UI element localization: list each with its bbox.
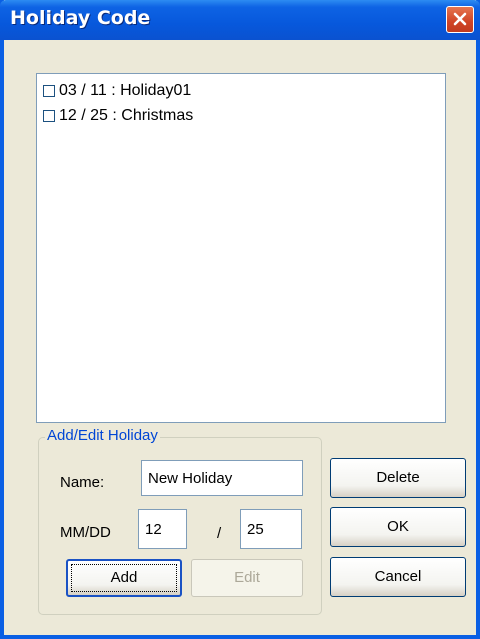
- name-label: Name:: [60, 474, 105, 491]
- cancel-button-label: Cancel: [374, 568, 422, 585]
- title-bar[interactable]: Holiday Code: [0, 0, 480, 40]
- list-item[interactable]: 12 / 25 : Christmas: [43, 106, 193, 126]
- list-item[interactable]: 03 / 11 : Holiday01: [43, 81, 191, 101]
- date-label: MM/DD: [60, 524, 111, 541]
- edit-button-label: Edit: [234, 569, 260, 586]
- edit-button[interactable]: Edit: [191, 559, 303, 597]
- holiday-code-dialog: Holiday Code 03 / 11 : Holiday01 12 / 25…: [0, 0, 480, 639]
- close-icon: [453, 12, 467, 26]
- month-field[interactable]: [138, 509, 187, 549]
- holiday-label: 03 / 11 : Holiday01: [59, 82, 192, 99]
- focus-rect: [71, 564, 177, 592]
- checkbox-icon[interactable]: [43, 110, 55, 122]
- window-title: Holiday Code: [10, 7, 151, 29]
- checkbox-icon[interactable]: [43, 85, 55, 97]
- cancel-button[interactable]: Cancel: [330, 557, 466, 597]
- close-button[interactable]: [446, 6, 474, 33]
- day-field[interactable]: [240, 509, 302, 549]
- add-edit-holiday-group: Add/Edit Holiday Name: MM/DD / Add Edit: [38, 427, 322, 615]
- holiday-label: 12 / 25 : Christmas: [59, 107, 194, 124]
- delete-button-label: Delete: [376, 469, 420, 486]
- group-legend: Add/Edit Holiday: [45, 427, 160, 444]
- ok-button[interactable]: OK: [330, 507, 466, 547]
- delete-button[interactable]: Delete: [330, 458, 466, 498]
- name-field[interactable]: [141, 460, 303, 496]
- ok-button-label: OK: [387, 518, 409, 535]
- date-separator: /: [217, 525, 222, 542]
- holiday-list[interactable]: 03 / 11 : Holiday01 12 / 25 : Christmas: [36, 73, 446, 423]
- add-button[interactable]: Add: [66, 559, 182, 597]
